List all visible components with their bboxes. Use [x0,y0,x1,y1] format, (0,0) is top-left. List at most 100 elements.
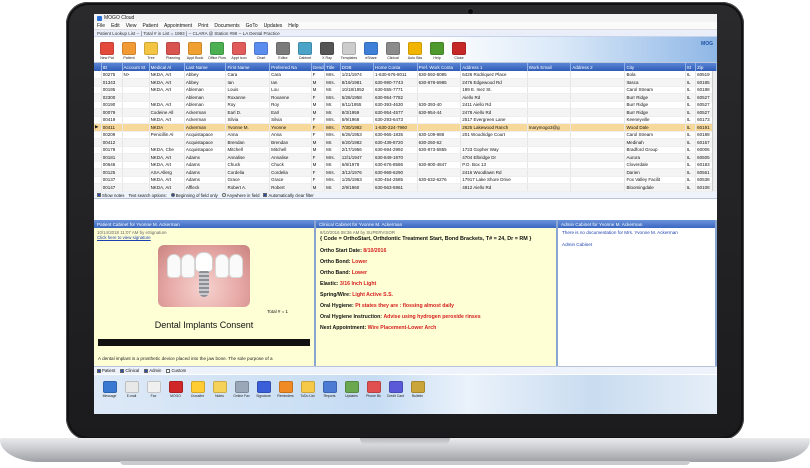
bottom-signature-button[interactable]: Signature [254,381,273,398]
grid-vertical-scrollbar[interactable] [712,71,717,191]
toolbar-clinical-button[interactable]: Clinical [383,42,403,60]
table-row[interactable]: 00137 NKDA, Art Adams Grace Grace F Mrs. 1/25/1… [94,176,717,184]
table-row[interactable]: 00209 Penicillin Al Acquistapace Anna Anna F M… [94,131,717,139]
toolbar-eshare-button[interactable]: eShare [361,42,381,60]
table-row[interactable]: 02300 Ableman Roxanne Roxanne F Mrs. 5/28/1958… [94,93,717,102]
bottom-notes-button[interactable]: Notes [210,381,229,398]
tooth-shape [216,255,228,277]
column-header[interactable]: ID [101,63,123,71]
column-header[interactable]: Home Conta [373,63,418,71]
table-row[interactable]: 00275 N> NKDA, Art Abbey Cara Cara F Mrs. 1/21/1… [94,71,717,79]
bottom-crossfire-button[interactable]: Crossfire [188,381,207,398]
filter-checkbox[interactable] [144,368,149,373]
toolbar-templates-button[interactable]: Templates [339,42,359,60]
filter-clinical[interactable]: Clinical [120,368,139,373]
filter-patient[interactable]: Patient [97,368,115,373]
clinical-field-label: Oral Hygiene Instruction: [320,314,382,320]
filter-checkbox[interactable] [97,368,101,373]
table-row[interactable]: 00178 NKDA, Che Acquistapace Mitchell Mitche… [94,146,717,154]
table-row[interactable]: 00412 Acquistapace Brendan Brendan M Mr. 6/20/… [94,138,717,147]
show-notes-checkbox[interactable] [97,193,101,198]
anywhere-in-field-option[interactable]: Anywhere in field [221,193,259,198]
toolbar-chart-button[interactable]: Chart [251,42,271,60]
bottom-bulletin-button[interactable]: Bulletin [408,381,427,398]
table-row[interactable]: 00125 ASA Allerg Adams Cordelia Cordelia F Mrs… [94,168,717,177]
menu-help[interactable]: Help [288,23,298,29]
bottom-online-fax-button[interactable]: Online Fax [232,381,251,398]
toolbar-patient-button[interactable]: Patient [119,42,139,60]
bottom-message-button[interactable]: Message [100,381,119,398]
beginning-of-field-option[interactable]: Beginning of field only [170,193,218,198]
auto-clear-option[interactable]: Automatically clear filter [263,193,314,198]
table-row[interactable]: 00181 NKDA, Art Adams Annalise Annalise F Mrs.… [94,153,717,162]
bottom-reports-button[interactable]: Reports [320,381,339,398]
menu-patient[interactable]: Patient [142,23,158,29]
column-header[interactable]: Address 1 [460,63,528,71]
menu-appointment[interactable]: Appointment [164,23,192,29]
filter-checkbox[interactable] [166,368,171,373]
column-header[interactable]: Preferred Na [269,63,312,71]
table-row[interactable]: 00190 NKDA, Art Ableman Roy Roy M Mr. 6/11/1955… [94,101,717,109]
table-row[interactable]: 00079 Codeine All Ackerman Earl D. Earl M Mr. 8… [94,108,717,117]
toolbar-auto-bks-button[interactable]: Auto Bks [405,42,425,60]
menu-view[interactable]: View [126,23,137,29]
column-header[interactable]: City [624,63,686,71]
menu-updates[interactable]: Updates [264,23,283,29]
menu-documents[interactable]: Documents [214,23,239,29]
toolbar-appt-book-button[interactable]: Appt Book [185,42,205,60]
toolbar-tree-button[interactable]: Tree [141,42,161,60]
toolbar-appt-icon-button[interactable]: Appt Icon [229,42,249,60]
toolbar-editor-button[interactable]: Editor [273,42,293,60]
anywhere-radio[interactable] [221,193,226,198]
admin-cabinet-link[interactable]: Admin Cabinet [558,237,715,252]
menu-print[interactable]: Print [198,23,208,29]
bottom-reminders-button[interactable]: Reminders [276,381,295,398]
column-header[interactable]: Work Email [527,63,572,71]
bottom-todo-list-button[interactable]: ToDo List [298,381,317,398]
auto-clear-checkbox[interactable] [263,193,268,198]
filter-admin[interactable]: Admin [144,368,161,373]
column-header[interactable]: Address 2 [570,63,626,71]
column-header[interactable]: Pref. Work Conta [417,63,462,71]
column-header[interactable]: St [685,63,697,71]
menu-goto[interactable]: GoTo [246,23,258,29]
column-header[interactable]: First Name [225,63,271,71]
filter-checkbox[interactable] [120,368,125,373]
column-header[interactable]: Gend [311,63,326,71]
column-header[interactable]: Account St [122,63,150,71]
menu-file[interactable]: File [97,23,105,29]
view-signature-link[interactable]: Click here to view signature [94,235,314,240]
filter-custom[interactable]: Custom [166,368,186,373]
table-cell: IL [685,78,697,87]
column-header[interactable]: Medical Al [149,63,185,71]
show-notes-option[interactable]: Show notes [97,193,124,198]
bottom-phone-bk-button[interactable]: Phone Bk [364,381,383,398]
column-header[interactable] [94,63,102,71]
bottom-e-mail-button[interactable]: E-mail [122,381,141,398]
bottom-mogo-button[interactable]: MOGO [166,381,185,398]
table-row[interactable]: 00195 NKDA, Art Ableman Louis Lou M Mr. 10/18/1… [94,86,717,94]
toolbar-cabinet-button[interactable]: Cabinet [295,42,315,60]
table-row[interactable]: 01343 NKDA, Art Abbey Ian Ian M Mrs. 8/19/1981 6… [94,78,717,87]
table-row[interactable]: 00147 NKDA, Art Affleck Robert A. Robert M Mr.… [94,183,717,192]
bottom-credit-card-button[interactable]: Credit Card [386,381,405,398]
table-row[interactable]: ▶ 00411 NKDA Ackerman Yvonne M. Yvonne F Mrs. 7/… [94,123,717,132]
table-row[interactable]: 00419 NKDA, Art Ackerman Silvia Silvia F Mrs. 5… [94,116,717,124]
beginning-radio[interactable] [170,193,175,198]
column-header[interactable]: Last Name [184,63,227,71]
toolbar-close-button[interactable]: Close [449,42,469,60]
toolbar-x-ray-button[interactable]: X Ray [317,42,337,60]
column-header[interactable]: Zip [695,63,717,71]
column-header[interactable]: Title [324,63,341,71]
toolbar-help-button[interactable]: Help [427,42,447,60]
table-row[interactable]: 00646 NKDA, Art Adams Chuck Chuck M Mr. 6/8/197… [94,161,717,169]
toolbar-office-flow-button[interactable]: Office Flow [207,42,227,60]
updates-icon [344,381,359,393]
toolbar-planning-button[interactable]: Planning [163,42,183,60]
toolbar-new-pat-button[interactable]: New Pat [97,42,117,60]
menu-edit[interactable]: Edit [111,23,120,29]
column-header[interactable]: DOB [340,63,374,71]
table-cell: 2411 Aiello Rd [460,101,528,109]
bottom-fax-button[interactable]: Fax [144,381,163,398]
bottom-updates-button[interactable]: Updates [342,381,361,398]
